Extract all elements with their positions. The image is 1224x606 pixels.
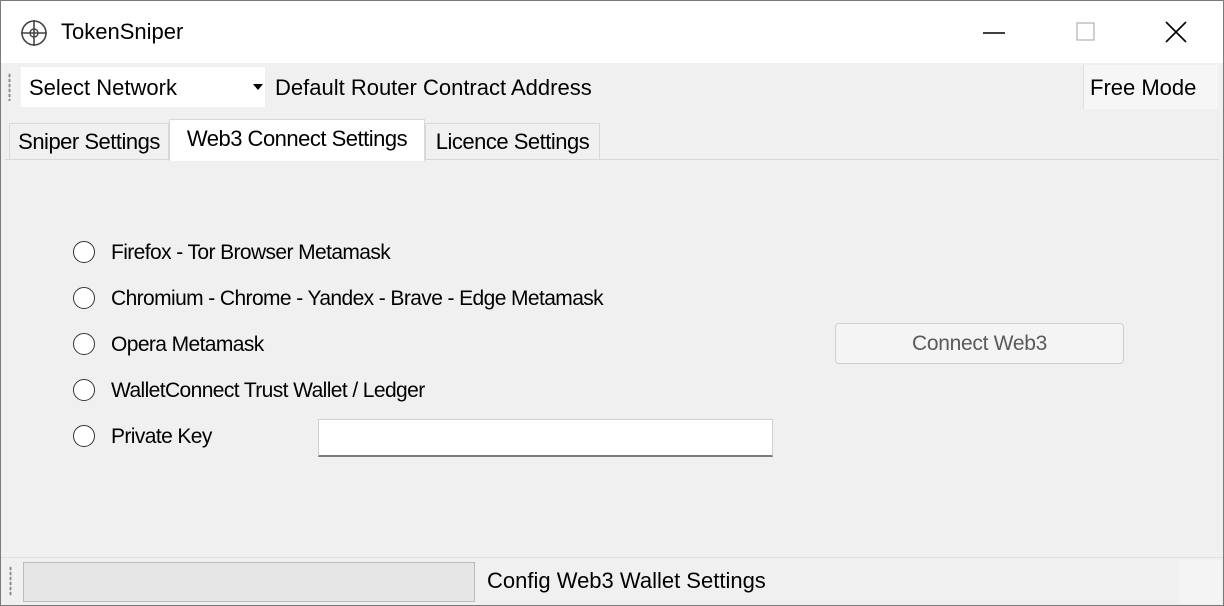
tab-licence-settings[interactable]: Licence Settings (425, 123, 600, 159)
mode-label: Free Mode (1090, 75, 1197, 100)
radio-button-icon[interactable] (73, 333, 95, 355)
status-bar: Config Web3 Wallet Settings (1, 557, 1223, 605)
window-title: TokenSniper (61, 19, 184, 44)
radio-label: Firefox - Tor Browser Metamask (111, 241, 391, 264)
radio-button-icon[interactable] (73, 287, 95, 309)
radio-button-icon[interactable] (73, 379, 95, 401)
minimize-icon (983, 32, 1005, 34)
connect-web3-button[interactable]: Connect Web3 (835, 323, 1124, 364)
minimize-button[interactable] (949, 1, 1039, 63)
mode-button[interactable]: Free Mode (1083, 65, 1218, 109)
status-progress-bar (23, 562, 475, 602)
private-key-input[interactable] (318, 419, 773, 457)
statusbar-grip-icon[interactable] (9, 566, 12, 596)
radio-label: WalletConnect Trust Wallet / Ledger (111, 379, 425, 402)
close-button[interactable] (1131, 1, 1221, 63)
toolbar: Select Network Default Router Contract A… (5, 65, 1219, 109)
radio-label: Chromium - Chrome - Yandex - Brave - Edg… (111, 287, 604, 310)
radio-button-icon[interactable] (73, 241, 95, 263)
tab-strip: Sniper Settings Web3 Connect Settings Li… (5, 119, 1219, 161)
title-bar: TokenSniper (1, 1, 1223, 63)
network-select[interactable]: Select Network (21, 67, 265, 107)
tab-web3-connect-settings[interactable]: Web3 Connect Settings (169, 119, 425, 161)
maximize-button[interactable] (1041, 1, 1131, 63)
app-crosshair-icon (21, 20, 47, 46)
maximize-icon (1076, 22, 1095, 41)
router-address-label: Default Router Contract Address (275, 75, 592, 100)
radio-label: Opera Metamask (111, 333, 264, 356)
tab-sniper-settings[interactable]: Sniper Settings (9, 123, 169, 159)
dropdown-arrow-icon[interactable] (253, 84, 263, 90)
app-window: TokenSniper Select Network Default Route… (0, 0, 1224, 606)
radio-button-icon[interactable] (73, 425, 95, 447)
close-icon (1165, 21, 1187, 43)
status-text: Config Web3 Wallet Settings (487, 568, 766, 593)
radio-label: Private Key (111, 425, 212, 448)
network-select-value: Select Network (29, 75, 177, 100)
status-end-panel (1179, 560, 1221, 604)
toolbar-grip-icon[interactable] (8, 73, 11, 101)
